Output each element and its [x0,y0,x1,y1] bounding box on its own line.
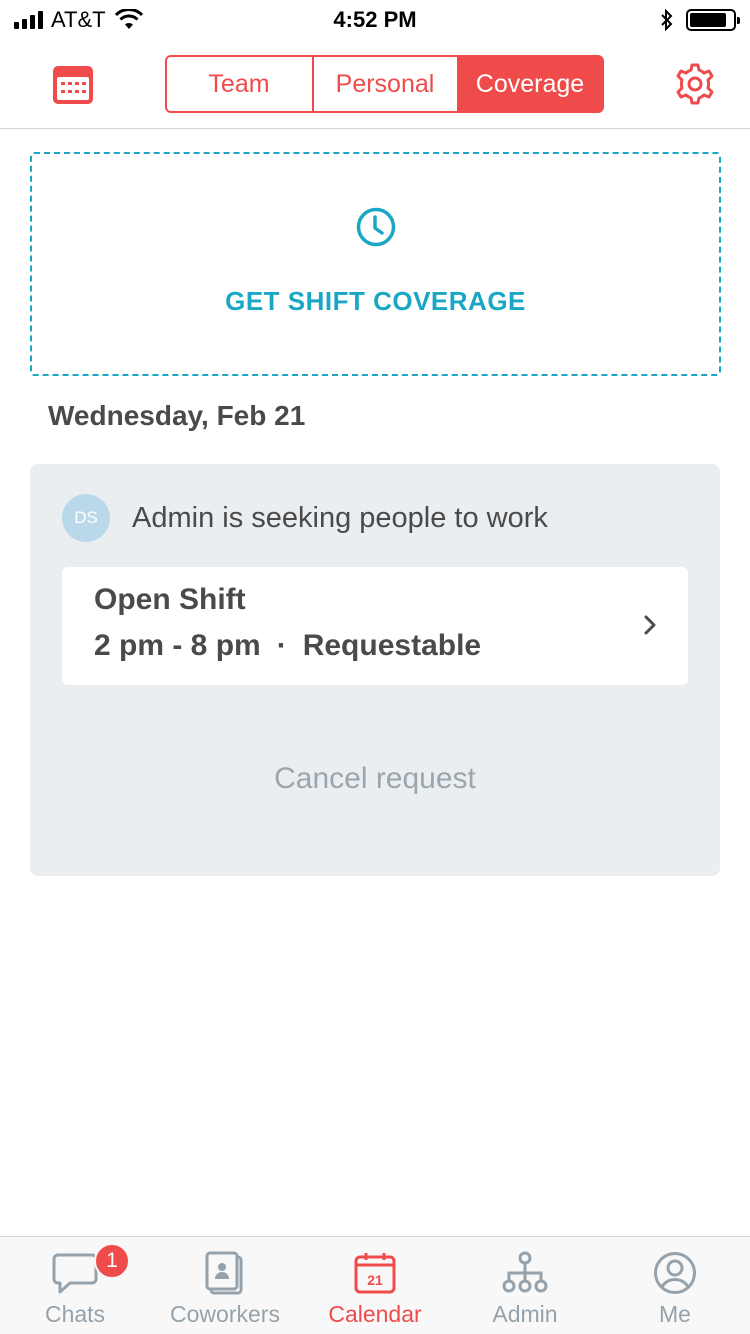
tab-label: Calendar [328,1301,422,1327]
unread-badge: 1 [94,1243,130,1279]
status-right [496,9,740,31]
tab-label: Me [659,1301,691,1327]
profile-icon [654,1252,696,1294]
shift-details: 2 pm - 8 pm · Requestable [94,629,656,663]
tab-coverage[interactable]: Coverage [456,57,602,111]
tab-me[interactable]: Me [600,1237,750,1334]
status-left: AT&T [14,7,254,33]
shift-time: 2 pm - 8 pm [94,629,261,662]
calendar-icon [53,66,93,104]
tab-admin[interactable]: Admin [450,1237,600,1334]
cancel-request-button[interactable]: Cancel request [30,762,720,796]
settings-button[interactable] [672,61,718,107]
separator-dot: · [276,629,287,662]
shift-title: Open Shift [94,583,246,616]
get-shift-coverage-button[interactable]: GET SHIFT COVERAGE [30,152,721,376]
tab-coworkers[interactable]: Coworkers [150,1237,300,1334]
tab-chats[interactable]: 1 Chats [0,1237,150,1334]
chevron-right-icon [644,615,656,635]
shift-status: Requestable [302,629,482,662]
calendar-icon: 21 [354,1253,396,1294]
battery-icon [686,9,740,31]
tab-label: Admin [492,1301,558,1327]
request-header: DS Admin is seeking people to work [62,494,548,542]
avatar: DS [62,494,110,542]
signal-icon [14,11,43,29]
tab-label: Chats [44,1301,106,1327]
carrier-label: AT&T [51,7,106,32]
tab-calendar[interactable]: 21 Calendar [300,1237,450,1334]
request-message: Admin is seeking people to work [132,501,548,534]
view-segmented-control: Team Personal Coverage [164,55,604,113]
contacts-icon [205,1251,243,1295]
calendar-button[interactable] [50,61,96,107]
wifi-icon [114,9,143,29]
open-shift-card[interactable]: Open Shift 2 pm - 8 pm · Requestable [62,567,688,685]
tab-label: Coworkers [170,1301,280,1327]
get-shift-coverage-label: GET SHIFT COVERAGE [225,286,526,316]
coverage-request-card: DS Admin is seeking people to work Open … [30,464,720,876]
clock-icon [356,207,395,247]
tab-bar: 1 Chats Coworkers 21 Calendar Admin Me [0,1236,750,1334]
tab-team[interactable]: Team [166,57,312,111]
clock-time: 4:52 PM [333,7,417,32]
calendar-day: 21 [367,1272,383,1288]
gear-icon [676,63,714,105]
chat-icon [52,1253,98,1294]
org-chart-icon [502,1251,548,1293]
bluetooth-icon [661,9,673,31]
date-heading: Wednesday, Feb 21 [48,400,306,431]
nav-header: Team Personal Coverage [0,40,750,129]
status-bar: AT&T 4:52 PM [0,0,750,40]
tab-personal[interactable]: Personal [311,57,457,111]
